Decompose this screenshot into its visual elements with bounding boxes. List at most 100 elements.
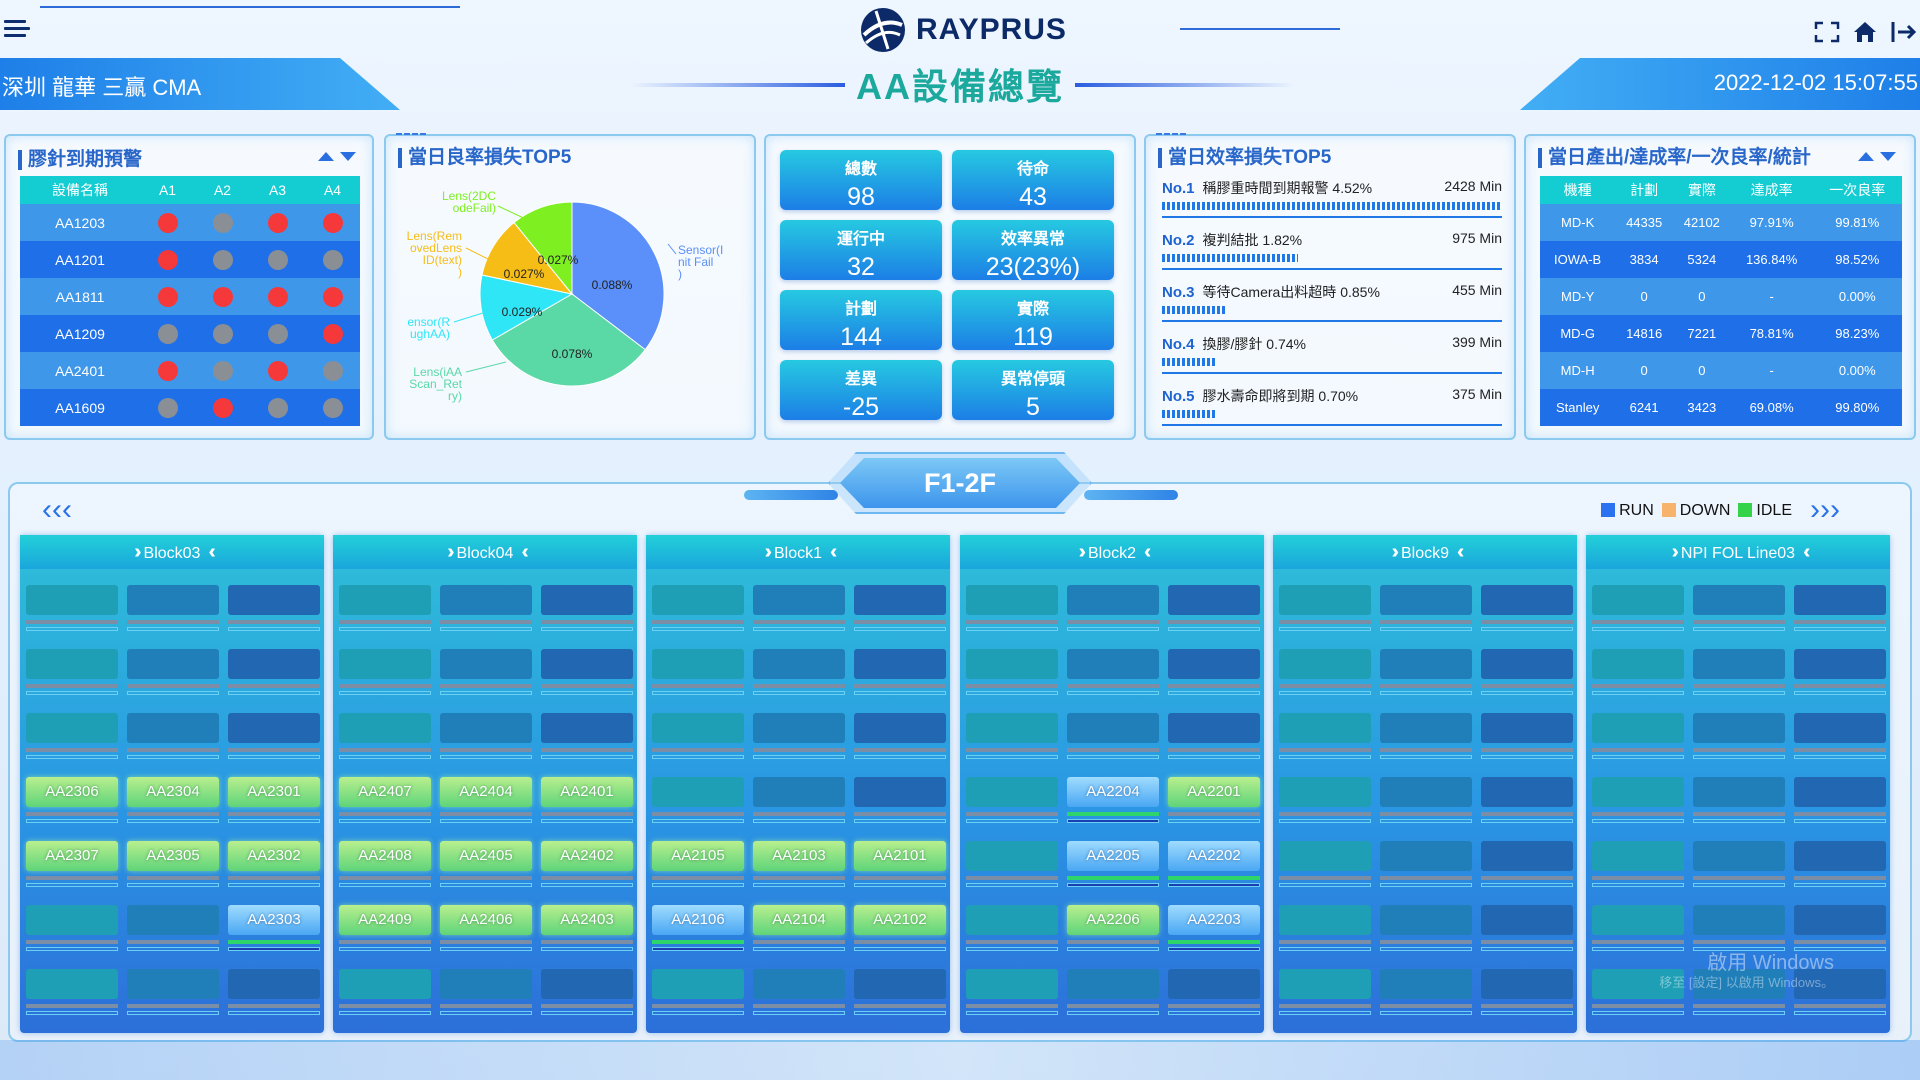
expand-right-chevron-icon: ›› — [1078, 541, 1088, 563]
block-header[interactable]: ›› Block2 ‹‹ — [960, 535, 1264, 569]
machine-tile[interactable]: AA2402 — [541, 841, 633, 871]
machine-tile[interactable]: AA2407 — [339, 777, 431, 807]
progress-line — [127, 627, 219, 631]
status-line — [127, 1004, 219, 1008]
empty-slot — [966, 969, 1058, 999]
machine-tile[interactable]: AA2201 — [1168, 777, 1260, 807]
progress-line — [541, 755, 633, 759]
machine-slot — [541, 969, 633, 1015]
status-line — [26, 812, 118, 816]
stat-value: 144 — [840, 323, 882, 351]
machine-tile[interactable]: AA2401 — [541, 777, 633, 807]
machine-tile[interactable]: AA2409 — [339, 905, 431, 935]
progress-line — [966, 819, 1058, 823]
table-cell: 3423 — [1672, 389, 1731, 426]
machine-slot: AA2302 — [228, 841, 320, 887]
table-cell: Stanley — [1540, 389, 1616, 426]
machine-tile[interactable]: AA2303 — [228, 905, 320, 935]
gray-status-dot — [322, 397, 343, 418]
machine-tile[interactable]: AA2403 — [541, 905, 633, 935]
machine-slot: AA2205 — [1067, 841, 1159, 887]
scroll-up-icon[interactable] — [1858, 152, 1874, 161]
status-line — [753, 1004, 845, 1008]
machine-tile[interactable]: AA2205 — [1067, 841, 1159, 871]
progress-line — [1481, 947, 1573, 951]
logout-icon[interactable] — [1890, 20, 1918, 44]
machine-tile[interactable]: AA2105 — [652, 841, 744, 871]
fullscreen-icon[interactable] — [1814, 21, 1840, 43]
empty-slot — [1592, 585, 1684, 615]
stat-card: 計劃 144 — [780, 290, 942, 351]
machine-tile[interactable]: AA2206 — [1067, 905, 1159, 935]
machine-slot: AA2303 — [228, 905, 320, 951]
machine-tile[interactable]: AA2304 — [127, 777, 219, 807]
machine-tile[interactable]: AA2408 — [339, 841, 431, 871]
machine-tile[interactable]: AA2106 — [652, 905, 744, 935]
status-line — [228, 1004, 320, 1008]
next-page-chevron-icon[interactable]: ››› — [1810, 495, 1840, 525]
machine-slot — [854, 969, 946, 1015]
status-line — [1168, 876, 1260, 880]
machine-tile[interactable]: AA2306 — [26, 777, 118, 807]
panel-decoration — [1156, 133, 1186, 137]
machine-tile[interactable]: AA2404 — [440, 777, 532, 807]
machine-tile[interactable]: AA2406 — [440, 905, 532, 935]
table-row: AA1209 — [20, 315, 360, 352]
machine-tile[interactable]: AA2305 — [127, 841, 219, 871]
machine-tile[interactable]: AA2101 — [854, 841, 946, 871]
block-header[interactable]: ›› Block04 ‹‹ — [333, 535, 637, 569]
progress-line — [339, 1011, 431, 1015]
progress-line — [652, 691, 744, 695]
block-header[interactable]: ›› NPI FOL Line03 ‹‹ — [1586, 535, 1890, 569]
machine-tile[interactable]: AA2307 — [26, 841, 118, 871]
home-icon[interactable] — [1852, 20, 1878, 44]
panel-title: 當日效率損失TOP5 — [1158, 148, 1331, 168]
progress-line — [1794, 627, 1886, 631]
empty-slot — [1693, 649, 1785, 679]
status-line — [339, 1004, 431, 1008]
column-header: 一次良率 — [1812, 176, 1902, 204]
loss-bar-track — [1162, 424, 1502, 426]
status-line — [127, 940, 219, 944]
status-cell — [250, 389, 305, 426]
empty-slot — [854, 969, 946, 999]
machine-tile[interactable]: AA2302 — [228, 841, 320, 871]
column-header: 計劃 — [1615, 176, 1673, 204]
machine-slot: AA2103 — [753, 841, 845, 887]
machine-slot: AA2405 — [440, 841, 532, 887]
status-line — [854, 1004, 946, 1008]
red-status-dot — [212, 286, 233, 307]
prev-page-chevron-icon[interactable]: ‹‹‹ — [42, 495, 72, 525]
scroll-up-icon[interactable] — [318, 152, 334, 161]
machine-slot: AA2203 — [1168, 905, 1260, 951]
table-cell: 0 — [1672, 278, 1731, 315]
block-header[interactable]: ›› Block1 ‹‹ — [646, 535, 950, 569]
machine-tile[interactable]: AA2202 — [1168, 841, 1260, 871]
progress-line — [1794, 883, 1886, 887]
machine-tile[interactable]: AA2104 — [753, 905, 845, 935]
status-line — [854, 812, 946, 816]
scroll-down-icon[interactable] — [1880, 152, 1896, 161]
progress-line — [1592, 755, 1684, 759]
machine-tile[interactable]: AA2204 — [1067, 777, 1159, 807]
block-header[interactable]: ›› Block9 ‹‹ — [1273, 535, 1577, 569]
loss-reason: 複判結批 1.82% — [1202, 232, 1303, 248]
machine-tile[interactable]: AA2203 — [1168, 905, 1260, 935]
machine-slot — [1481, 777, 1573, 823]
empty-slot — [440, 713, 532, 743]
machine-slot: AA2407 — [339, 777, 431, 823]
expand-left-chevron-icon: ‹‹ — [1803, 541, 1812, 563]
progress-line — [1693, 1011, 1785, 1015]
machine-tile[interactable]: AA2405 — [440, 841, 532, 871]
status-line — [26, 876, 118, 880]
empty-slot — [1794, 905, 1886, 935]
machine-tile[interactable]: AA2103 — [753, 841, 845, 871]
block-header[interactable]: ›› Block03 ‹‹ — [20, 535, 324, 569]
machine-tile[interactable]: AA2102 — [854, 905, 946, 935]
machine-slot — [1380, 649, 1472, 695]
progress-line — [339, 947, 431, 951]
machine-slot — [1279, 969, 1371, 1015]
machine-tile[interactable]: AA2301 — [228, 777, 320, 807]
scroll-down-icon[interactable] — [340, 152, 356, 161]
menu-icon[interactable] — [4, 20, 30, 42]
